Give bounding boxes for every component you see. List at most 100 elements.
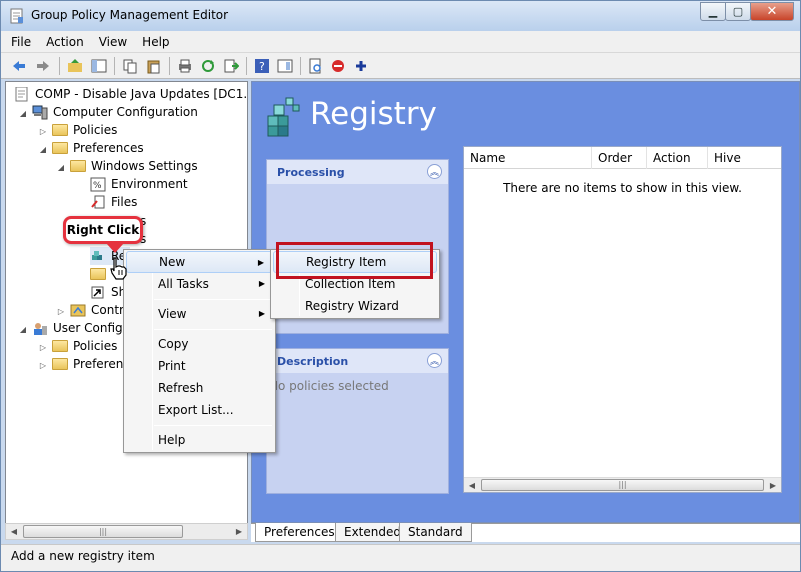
toolbar: ? <box>1 53 800 79</box>
submenu-arrow-icon: ▶ <box>258 279 265 288</box>
tree-horizontal-scrollbar[interactable]: ◀ ||| ▶ <box>5 523 248 540</box>
menu-item-label: New <box>159 255 186 269</box>
column-name[interactable]: Name <box>464 147 592 169</box>
environment-icon: % <box>90 177 106 191</box>
context-menu: New ▶ All Tasks ▶ View ▶ Copy Print Refr… <box>123 249 276 453</box>
processing-header[interactable]: Processing <box>267 160 448 184</box>
submenu-arrow-icon: ▶ <box>257 258 264 267</box>
description-header[interactable]: Description <box>267 349 448 373</box>
add-item-icon[interactable] <box>353 58 369 74</box>
scroll-left-arrow-icon[interactable]: ◀ <box>464 478 480 493</box>
tab-preferences[interactable]: Preferences <box>255 523 344 542</box>
files-icon <box>91 195 105 208</box>
tree-label: Preferences <box>73 141 144 155</box>
gpo-editor-icon <box>10 8 23 24</box>
menu-item-help[interactable]: Help <box>126 429 273 451</box>
tree-item-user-policies[interactable]: Policies <box>52 337 117 355</box>
list-horizontal-scrollbar[interactable]: ◀ ||| ▶ <box>464 477 781 492</box>
back-arrow-icon[interactable] <box>11 58 27 74</box>
control-panel-icon <box>70 304 86 316</box>
print-icon[interactable] <box>177 58 193 74</box>
tree-item-windows-settings[interactable]: Windows Settings <box>70 157 198 175</box>
paste-icon[interactable] <box>146 58 162 74</box>
help-icon[interactable]: ? <box>254 58 270 74</box>
computer-icon <box>32 105 48 119</box>
folder-icon <box>52 358 68 370</box>
menu-item-refresh[interactable]: Refresh <box>126 377 273 399</box>
collapse-chevron-icon[interactable]: ︽ <box>427 164 442 179</box>
tree-label: Windows Settings <box>91 159 198 173</box>
minimize-button[interactable]: ▁ <box>700 2 726 21</box>
title-bar: Group Policy Management Editor ▁ ▢ ✕ <box>1 1 800 31</box>
tab-standard[interactable]: Standard <box>399 523 472 542</box>
expanded-triangle-icon[interactable]: ◢ <box>18 108 28 118</box>
svg-text:?: ? <box>259 60 265 73</box>
collapsed-triangle-icon[interactable]: ▷ <box>38 342 48 352</box>
tree-item-preferences[interactable]: Preferences <box>52 139 144 157</box>
tree-item-policies[interactable]: Policies <box>52 121 117 139</box>
list-header: Name Order Action Hive <box>464 147 781 169</box>
submenu-arrow-icon: ▶ <box>258 309 265 318</box>
description-text: No policies selected <box>269 379 389 393</box>
items-list-view: Name Order Action Hive There are no item… <box>463 146 782 493</box>
column-action[interactable]: Action <box>647 147 708 169</box>
refresh-icon[interactable] <box>200 58 216 74</box>
tree-root-gpo[interactable]: COMP - Disable Java Updates [DC1.ATL. <box>14 85 247 103</box>
tree-item-control-panel-settings[interactable]: Contro <box>70 301 131 319</box>
properties-pane-icon[interactable] <box>277 58 293 74</box>
menu-item-all-tasks[interactable]: All Tasks ▶ <box>126 273 273 295</box>
collapsed-triangle-icon[interactable]: ▷ <box>38 360 48 370</box>
tree-item-user-configuration[interactable]: User Configu <box>32 319 130 337</box>
description-label: Description <box>277 354 349 368</box>
submenu-item-registry-wizard[interactable]: Registry Wizard <box>273 295 437 317</box>
status-text: Add a new registry item <box>11 549 155 563</box>
maximize-button[interactable]: ▢ <box>725 2 751 21</box>
menu-item-export-list[interactable]: Export List... <box>126 399 273 421</box>
forward-arrow-icon[interactable] <box>35 58 51 74</box>
menu-item-view[interactable]: View ▶ <box>126 303 273 325</box>
collapse-chevron-icon[interactable]: ︽ <box>427 353 442 368</box>
menu-help[interactable]: Help <box>142 35 169 49</box>
tree-item-computer-configuration[interactable]: Computer Configuration <box>32 103 198 121</box>
expanded-triangle-icon[interactable]: ◢ <box>18 324 28 334</box>
scroll-left-arrow-icon[interactable]: ◀ <box>6 524 22 539</box>
expanded-triangle-icon[interactable]: ◢ <box>56 162 66 172</box>
menu-view[interactable]: View <box>99 35 127 49</box>
show-hide-tree-icon[interactable] <box>91 58 107 74</box>
menu-item-label: Refresh <box>158 381 204 395</box>
gpo-document-icon <box>15 86 28 101</box>
collapsed-triangle-icon[interactable]: ▷ <box>56 306 66 316</box>
menu-item-label: Copy <box>158 337 189 351</box>
collapsed-triangle-icon[interactable]: ▷ <box>38 126 48 136</box>
scroll-right-arrow-icon[interactable]: ▶ <box>231 524 247 539</box>
expanded-triangle-icon[interactable]: ◢ <box>38 144 48 154</box>
menu-item-new[interactable]: New ▶ <box>126 251 273 273</box>
menu-item-label: Collection Item <box>305 277 396 291</box>
tree-item-environment[interactable]: % Environment <box>90 175 188 193</box>
tree-item-user-preferences[interactable]: Preferenc <box>52 355 130 373</box>
scroll-right-arrow-icon[interactable]: ▶ <box>765 478 781 493</box>
folder-icon <box>52 142 68 154</box>
copy-icon[interactable] <box>122 58 138 74</box>
up-folder-icon[interactable] <box>67 58 83 74</box>
scroll-thumb[interactable]: ||| <box>23 525 183 538</box>
menu-separator <box>154 299 272 300</box>
menu-action[interactable]: Action <box>46 35 84 49</box>
stop-processing-icon[interactable] <box>330 58 346 74</box>
tree-label: Files <box>111 195 138 209</box>
tree-item-files[interactable]: Files <box>90 193 137 211</box>
toolbar-separator <box>300 57 301 75</box>
menu-file[interactable]: File <box>11 35 31 49</box>
menu-item-print[interactable]: Print <box>126 355 273 377</box>
status-bar: Add a new registry item <box>1 544 800 571</box>
menu-bar: File Action View Help <box>1 31 800 53</box>
menu-item-copy[interactable]: Copy <box>126 333 273 355</box>
column-order[interactable]: Order <box>592 147 647 169</box>
view-tabs: Preferences Extended Standard <box>251 523 800 542</box>
close-button[interactable]: ✕ <box>750 2 794 21</box>
item-properties-icon[interactable] <box>308 58 324 74</box>
export-list-icon[interactable] <box>223 58 239 74</box>
scroll-thumb[interactable]: ||| <box>481 479 764 491</box>
tree-item-shortcuts[interactable]: Sh <box>90 283 126 301</box>
column-hive[interactable]: Hive <box>708 147 781 169</box>
